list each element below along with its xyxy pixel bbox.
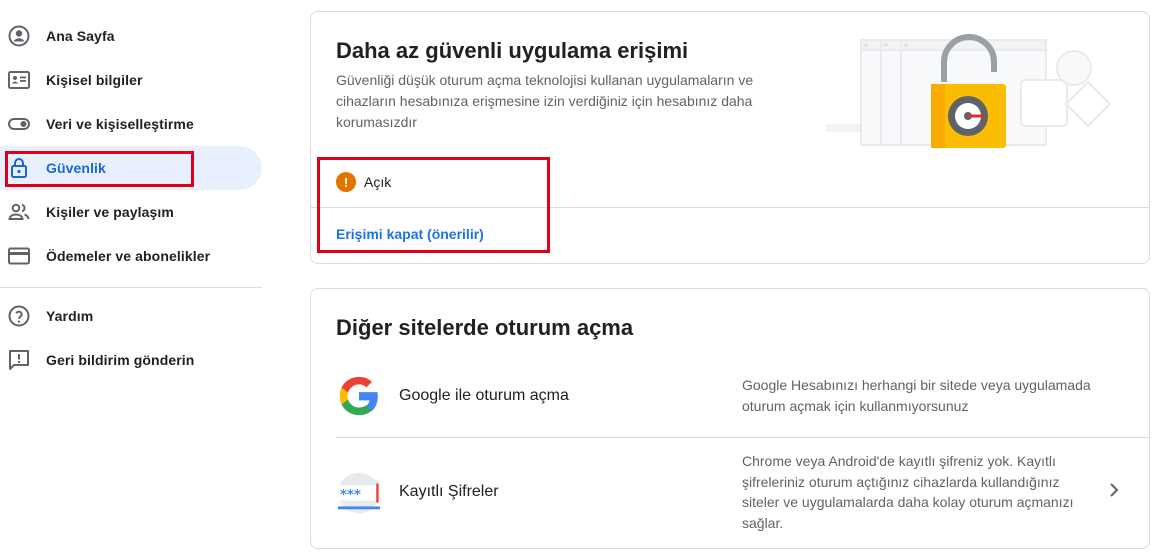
sidebar-item-label: Ana Sayfa: [46, 28, 115, 44]
account-circle-icon: [8, 25, 30, 47]
sidebar-item-personal-info[interactable]: Kişisel bilgiler: [0, 58, 262, 102]
other-sites-signin-card: Diğer sitelerde oturum açma Google ile o…: [310, 288, 1150, 549]
highlight-box-access: [317, 157, 550, 253]
chevron-right-icon[interactable]: [1104, 480, 1124, 500]
password-icon: ***: [337, 472, 381, 514]
card-title: Diğer sitelerde oturum açma: [336, 315, 634, 340]
sidebar-item-label: Kişisel bilgiler: [46, 72, 143, 88]
sidebar-item-label: Ödemeler ve abonelikler: [46, 248, 211, 264]
help-icon: [8, 305, 30, 327]
sidebar-divider: [0, 287, 262, 288]
sidebar-item-label: Veri ve kişiselleştirme: [46, 116, 194, 132]
highlight-box-security: [5, 151, 194, 187]
card-title: Daha az güvenli uygulama erişimi: [336, 38, 689, 63]
people-icon: [8, 203, 30, 220]
sidebar-item-label: Kişiler ve paylaşım: [46, 204, 174, 220]
saved-passwords-row[interactable]: *** Kayıtlı Şifreler Chrome veya Android…: [311, 438, 1149, 549]
sidebar-item-data-personalization[interactable]: Veri ve kişiselleştirme: [0, 102, 262, 146]
sidebar-item-home[interactable]: Ana Sayfa: [0, 14, 262, 58]
id-card-icon: [8, 71, 30, 89]
row-title: Google ile oturum açma: [399, 387, 569, 404]
sidebar-item-feedback[interactable]: Geri bildirim gönderin: [0, 338, 262, 382]
sidebar-item-help[interactable]: Yardım: [0, 294, 262, 338]
sidebar-nav: Ana Sayfa Kişisel bilgiler Veri ve kişis…: [0, 0, 270, 556]
unlocked-padlock-illustration: [826, 34, 1112, 148]
card-description: Güvenliği düşük oturum açma teknolojisi …: [336, 72, 754, 130]
sidebar-item-label: Geri bildirim gönderin: [46, 352, 195, 368]
sidebar-item-label: Yardım: [46, 308, 94, 324]
credit-card-icon: [8, 247, 30, 265]
row-description: Chrome veya Android'de kayıtlı şifreniz …: [742, 453, 1074, 531]
sidebar-item-people-sharing[interactable]: Kişiler ve paylaşım: [0, 190, 262, 234]
google-signin-row[interactable]: Google ile oturum açma Google Hesabınızı…: [311, 361, 1149, 437]
toggle-icon: [8, 118, 30, 130]
svg-text:***: ***: [340, 488, 361, 503]
feedback-icon: [9, 350, 29, 370]
row-description: Google Hesabınızı herhangi bir sitede ve…: [742, 377, 1091, 414]
google-icon: [339, 376, 378, 416]
sidebar-item-payments[interactable]: Ödemeler ve abonelikler: [0, 234, 262, 278]
row-title: Kayıtlı Şifreler: [399, 483, 499, 500]
